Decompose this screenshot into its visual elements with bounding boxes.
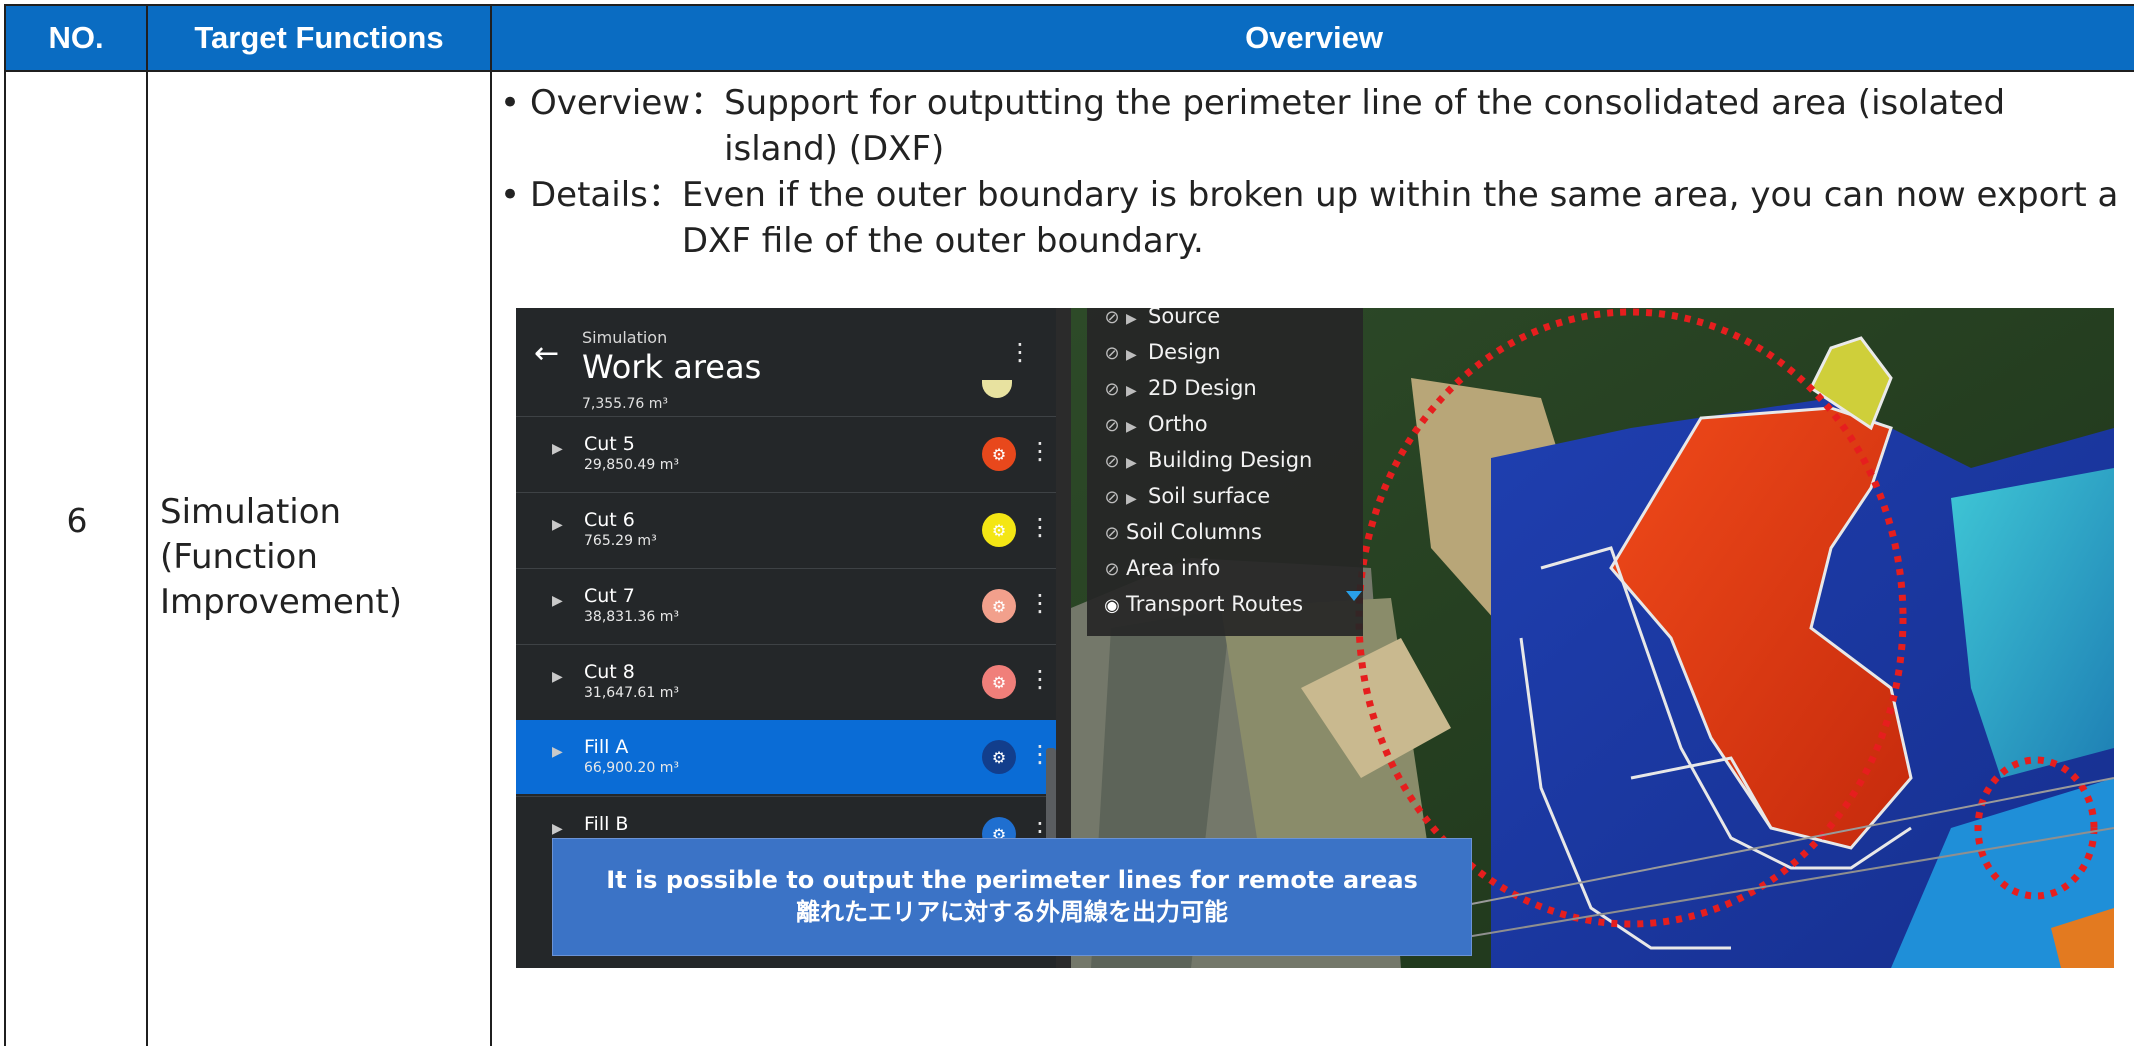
layer-item[interactable]: ⊘ ▶ Source <box>1098 308 1220 340</box>
layer-item[interactable]: ⊘ ▶ Design <box>1098 340 1221 376</box>
layer-name: Soil Columns <box>1126 520 1262 544</box>
layer-name: Building Design <box>1148 448 1313 472</box>
layer-item[interactable]: ⊘ Area info <box>1098 556 1220 592</box>
work-area-volume: 29,850.49 m³ <box>584 457 679 473</box>
bulldozer-icon[interactable]: ⚙ <box>982 589 1016 623</box>
eye-off-icon[interactable]: ⊘ <box>1098 415 1126 436</box>
work-area-row[interactable]: ▶ Cut 8 31,647.61 m³ ⚙ ⋮ <box>516 644 1056 719</box>
header-no: NO. <box>6 4 148 72</box>
work-area-volume: 765.29 m³ <box>584 533 657 549</box>
column-divider <box>490 72 492 1046</box>
target-function-line: Improvement) <box>160 582 402 622</box>
eye-icon[interactable]: ◉ <box>1098 595 1126 616</box>
top-item-badge[interactable] <box>982 380 1012 398</box>
target-function-line: (Function <box>160 537 318 577</box>
bulldozer-icon[interactable]: ⚙ <box>982 437 1016 471</box>
eye-off-icon[interactable]: ⊘ <box>1098 451 1126 472</box>
layer-name: Transport Routes <box>1126 592 1304 616</box>
layer-name: Area info <box>1126 556 1221 580</box>
more-menu-icon[interactable]: ⋮ <box>1008 338 1032 366</box>
work-area-row[interactable]: ▶ Cut 6 765.29 m³ ⚙ ⋮ <box>516 492 1056 567</box>
target-function-cell: Simulation (Function Improvement) <box>160 490 480 625</box>
eye-off-icon[interactable]: ⊘ <box>1098 523 1126 544</box>
work-area-name: Fill B <box>584 813 629 835</box>
panel-header: ← Simulation Work areas 7,355.76 m³ ⋮ <box>516 308 1056 412</box>
row-menu-icon[interactable]: ⋮ <box>1028 589 1052 617</box>
annotation-callout: It is possible to output the perimeter l… <box>552 838 1472 956</box>
expand-caret-icon[interactable]: ▶ <box>552 669 563 685</box>
eye-off-icon[interactable]: ⊘ <box>1098 559 1126 580</box>
work-area-name: Cut 8 <box>584 661 635 683</box>
work-area-volume: 66,900.20 m³ <box>584 760 679 776</box>
row-menu-icon[interactable]: ⋮ <box>1028 437 1052 465</box>
expand-caret-icon[interactable]: ▶ <box>1126 311 1148 327</box>
bulldozer-icon[interactable]: ⚙ <box>982 740 1016 774</box>
layer-item[interactable]: ⊘ ▶ 2D Design <box>1098 376 1257 412</box>
bullet-text: Even if the outer boundary is broken up … <box>681 175 2119 261</box>
expand-caret-icon[interactable]: ▶ <box>552 744 563 760</box>
expand-caret-icon[interactable]: ▶ <box>1126 347 1148 363</box>
overview-bullets: • Overview： Support for outputting the p… <box>500 80 2120 264</box>
row-menu-icon[interactable]: ⋮ <box>1028 513 1052 541</box>
expand-caret-icon[interactable]: ▶ <box>552 517 563 533</box>
app-screenshot: ⊘ ▶ Source ⊘ ▶ Design ⊘ ▶ 2D Design ⊘ ▶ Ortho ⊘ ▶ Buil… <box>516 308 2114 968</box>
layers-dropdown-caret-icon[interactable] <box>1346 591 1362 601</box>
bulldozer-icon[interactable]: ⚙ <box>982 513 1016 547</box>
panel-subtitle: Simulation <box>582 328 668 347</box>
callout-japanese: 離れたエリアに対する外周線を出力可能 <box>796 898 1228 926</box>
layer-name: Design <box>1148 340 1221 364</box>
layer-item[interactable]: ⊘ Soil Columns <box>1098 520 1262 556</box>
expand-caret-icon[interactable]: ▶ <box>1126 455 1148 471</box>
layer-item[interactable]: ◉ Transport Routes <box>1098 592 1303 628</box>
work-area-name: Cut 7 <box>584 585 635 607</box>
layer-name: Ortho <box>1148 412 1208 436</box>
work-area-row[interactable]: ▶ Fill A 66,900.20 m³ ⚙ ⋮ <box>516 720 1056 794</box>
row-menu-icon[interactable]: ⋮ <box>1028 665 1052 693</box>
bullet-overview: • Overview： Support for outputting the p… <box>500 80 2120 172</box>
target-function-line: Simulation <box>160 492 342 532</box>
layer-name: 2D Design <box>1148 376 1257 400</box>
back-arrow-icon[interactable]: ← <box>534 336 559 371</box>
layer-item[interactable]: ⊘ ▶ Building Design <box>1098 448 1312 484</box>
bullet-label: Details： <box>530 175 682 215</box>
expand-caret-icon[interactable]: ▶ <box>552 441 563 457</box>
header-overview: Overview <box>492 4 2134 72</box>
work-area-volume: 38,831.36 m³ <box>584 609 679 625</box>
work-area-volume: 31,647.61 m³ <box>584 685 679 701</box>
expand-caret-icon[interactable]: ▶ <box>1126 419 1148 435</box>
callout-english: It is possible to output the perimeter l… <box>606 866 1418 894</box>
expand-caret-icon[interactable]: ▶ <box>1126 491 1148 507</box>
work-area-name: Cut 6 <box>584 509 635 531</box>
expand-caret-icon[interactable]: ▶ <box>552 821 563 837</box>
row-number: 6 <box>66 500 88 540</box>
header-target-functions: Target Functions <box>148 4 492 72</box>
eye-off-icon[interactable]: ⊘ <box>1098 487 1126 508</box>
work-area-name: Cut 5 <box>584 433 635 455</box>
eye-off-icon[interactable]: ⊘ <box>1098 379 1126 400</box>
bullet-dot: • <box>500 175 521 215</box>
expand-caret-icon[interactable]: ▶ <box>552 593 563 609</box>
bullet-text: Support for outputting the perimeter lin… <box>724 83 2006 169</box>
work-area-row[interactable]: ▶ Cut 5 29,850.49 m³ ⚙ ⋮ <box>516 416 1056 491</box>
layer-item[interactable]: ⊘ ▶ Soil surface <box>1098 484 1270 520</box>
work-area-name: Fill A <box>584 736 629 758</box>
expand-caret-icon[interactable]: ▶ <box>1126 383 1148 399</box>
layer-name: Source <box>1148 308 1221 328</box>
bullet-label: Overview： <box>530 83 725 123</box>
work-area-row[interactable]: ▶ Cut 7 38,831.36 m³ ⚙ ⋮ <box>516 568 1056 643</box>
bulldozer-icon[interactable]: ⚙ <box>982 665 1016 699</box>
layer-name: Soil surface <box>1148 484 1271 508</box>
eye-off-icon[interactable]: ⊘ <box>1098 308 1126 328</box>
panel-title: Work areas <box>582 348 762 386</box>
top-item-volume: 7,355.76 m³ <box>582 396 669 412</box>
bullet-dot: • <box>500 83 521 123</box>
eye-off-icon[interactable]: ⊘ <box>1098 343 1126 364</box>
layer-item[interactable]: ⊘ ▶ Ortho <box>1098 412 1208 448</box>
bullet-details: • Details： Even if the outer boundary is… <box>500 172 2120 264</box>
